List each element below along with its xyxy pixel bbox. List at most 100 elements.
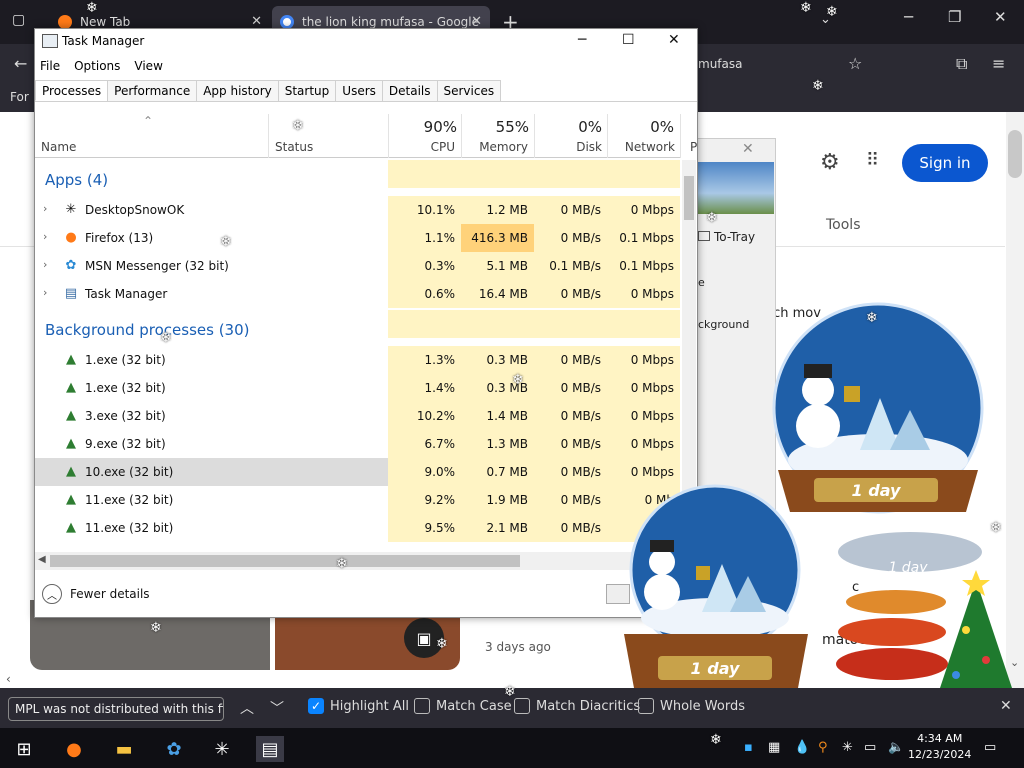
tab-services[interactable]: Services: [436, 80, 502, 101]
tm-maximize-button[interactable]: ☐: [622, 32, 635, 48]
tab-app-history[interactable]: App history: [196, 80, 279, 101]
match-case-checkbox[interactable]: Match Case: [414, 698, 512, 714]
menu-icon[interactable]: ≡: [992, 54, 1005, 73]
tab-details[interactable]: Details: [381, 80, 438, 101]
file-explorer-icon[interactable]: ▬: [110, 736, 138, 762]
firefox-icon[interactable]: ●: [60, 736, 88, 762]
bookmark-star-icon[interactable]: ☆: [848, 54, 862, 73]
windows-start-icon[interactable]: ⊞: [10, 736, 38, 762]
process-list-scrollbar-thumb[interactable]: [684, 176, 694, 220]
whole-words-checkbox[interactable]: Whole Words: [638, 698, 745, 714]
maximize-button[interactable]: ❐: [948, 8, 961, 26]
tray-droplet-icon[interactable]: 💧: [794, 740, 810, 755]
heat-cell: [607, 160, 680, 188]
expand-chevron-icon[interactable]: ›: [43, 258, 47, 271]
tab-processes[interactable]: Processes: [35, 80, 109, 101]
process-row[interactable]: 0.6% 16.4 MB 0 MB/s 0 Mbps › ▤ Task Manager: [35, 280, 680, 308]
extensions-icon[interactable]: ⧉: [956, 54, 967, 74]
volume-muted-icon[interactable]: 🔈: [888, 740, 904, 755]
snowman-head-icon: [649, 549, 675, 575]
heat-cell: [534, 160, 607, 188]
find-input[interactable]: MPL was not distributed with this file, …: [8, 697, 224, 721]
back-icon[interactable]: ←: [14, 54, 27, 73]
find-previous-icon[interactable]: ︿: [240, 698, 254, 718]
tray-icon: [698, 231, 710, 241]
expand-chevron-icon[interactable]: ›: [43, 202, 47, 215]
expand-chevron-icon[interactable]: ›: [43, 286, 47, 299]
close-icon[interactable]: ✕: [742, 141, 754, 157]
tab-startup[interactable]: Startup: [277, 80, 337, 101]
tray-app-icon[interactable]: ▦: [768, 740, 780, 755]
snowflake-decoration-icon: ❄: [160, 330, 172, 346]
tree-icon: ▲: [66, 408, 76, 423]
tree-icon: ▲: [66, 436, 76, 451]
snowflake-icon[interactable]: ✳: [208, 736, 236, 762]
cell-cpu: 1.1%: [388, 224, 461, 252]
col-status[interactable]: Status: [275, 140, 313, 154]
tm-close-button[interactable]: ✕: [668, 32, 680, 48]
process-name: 11.exe (32 bit): [85, 493, 174, 507]
process-row[interactable]: 9.5% 2.1 MB 0 MB/s ▲ 11.exe (32 bit): [35, 514, 680, 542]
col-memory-total: 55%: [495, 118, 529, 136]
heat-cell: [388, 160, 461, 188]
menu-view[interactable]: View: [134, 59, 162, 73]
match-diacritics-checkbox[interactable]: Match Diacritics: [514, 698, 640, 714]
col-memory[interactable]: Memory: [463, 140, 528, 154]
col-power[interactable]: P: [690, 140, 697, 154]
process-row[interactable]: 10.2% 1.4 MB 0 MB/s 0 Mbps ▲ 3.exe (32 bit): [35, 402, 680, 430]
process-row[interactable]: 6.7% 1.3 MB 0 MB/s 0 Mbps ▲ 9.exe (32 bit): [35, 430, 680, 458]
process-row[interactable]: 10.1% 1.2 MB 0 MB/s 0 Mbps › ✳ DesktopSnowOK: [35, 196, 680, 224]
minimize-button[interactable]: ─: [904, 8, 913, 26]
tray-app-icon[interactable]: ▪: [744, 740, 753, 755]
scroll-left-icon[interactable]: ‹: [6, 672, 11, 686]
process-row[interactable]: 0.3% 5.1 MB 0.1 MB/s 0.1 Mbps › ✿ MSN Messenge…: [35, 252, 680, 280]
bookmark-item[interactable]: For: [10, 90, 29, 104]
tab-list-icon[interactable]: ▢: [12, 12, 25, 28]
task-manager-icon[interactable]: ▤: [256, 736, 284, 762]
horizontal-scrollbar-thumb[interactable]: [50, 555, 520, 567]
col-network[interactable]: Network: [607, 140, 675, 154]
process-row[interactable]: 9.0% 0.7 MB 0 MB/s 0 Mbps ▲ 10.exe (32 bit): [35, 458, 680, 486]
sort-chevron-icon[interactable]: ⌃: [143, 114, 153, 128]
process-row[interactable]: 1.1% 416.3 MB 0 MB/s 0.1 Mbps › ● Firefox (13): [35, 224, 680, 252]
system-clock[interactable]: 4:34 AM 12/23/2024: [908, 731, 971, 763]
process-row[interactable]: 1.4% 0.3 MB 0 MB/s 0 Mbps ▲ 1.exe (32 bit): [35, 374, 680, 402]
close-find-bar-icon[interactable]: ✕: [1000, 698, 1012, 714]
close-button[interactable]: ✕: [994, 8, 1007, 26]
expand-chevron-icon[interactable]: ›: [43, 230, 47, 243]
google-apps-icon[interactable]: ⠿: [866, 150, 880, 171]
snowman-icon: [796, 404, 840, 448]
tray-snowflake-icon[interactable]: ✳: [842, 740, 853, 755]
close-tab-icon[interactable]: ✕: [471, 14, 482, 29]
close-tab-icon[interactable]: ✕: [251, 14, 262, 29]
col-name[interactable]: Name: [41, 140, 76, 154]
snowflake-decoration-icon: ❄: [512, 372, 524, 388]
cell-disk: 0 MB/s: [534, 514, 607, 542]
to-tray-button[interactable]: To-Tray: [698, 230, 755, 244]
notifications-icon[interactable]: ▭: [984, 740, 996, 755]
menu-file[interactable]: File: [40, 59, 60, 73]
settings-gear-icon[interactable]: ⚙: [820, 150, 840, 175]
highlight-all-checkbox[interactable]: ✓ Highlight All: [308, 698, 409, 714]
process-row[interactable]: 1.3% 0.3 MB 0 MB/s 0 Mbps ▲ 1.exe (32 bit): [35, 346, 680, 374]
tray-search-icon[interactable]: ⚲: [818, 740, 828, 755]
msn-messenger-icon[interactable]: ✿: [160, 736, 188, 762]
scroll-left-icon[interactable]: ◀: [38, 554, 46, 565]
tab-users[interactable]: Users: [335, 80, 383, 101]
tools-tab[interactable]: Tools: [826, 217, 861, 233]
tm-minimize-button[interactable]: ─: [578, 32, 586, 48]
cell-mem: 5.1 MB: [461, 252, 534, 280]
menu-options[interactable]: Options: [74, 59, 120, 73]
sign-in-button[interactable]: Sign in: [902, 144, 988, 182]
snowflake-decoration-icon: ❄: [812, 78, 824, 94]
tab-performance[interactable]: Performance: [107, 80, 198, 101]
find-next-icon[interactable]: ﹀: [270, 698, 284, 718]
col-cpu[interactable]: CPU: [391, 140, 455, 154]
col-disk[interactable]: Disk: [535, 140, 602, 154]
process-row[interactable]: 9.2% 1.9 MB 0 MB/s 0 Mb ▲ 11.exe (32 bit): [35, 486, 680, 514]
fewer-details-button[interactable]: ︿ Fewer details: [42, 584, 150, 604]
page-scrollbar-thumb[interactable]: [1008, 130, 1022, 178]
cell-disk: 0 MB/s: [534, 374, 607, 402]
hat-icon: [804, 364, 832, 378]
network-icon[interactable]: ▭: [864, 740, 876, 755]
